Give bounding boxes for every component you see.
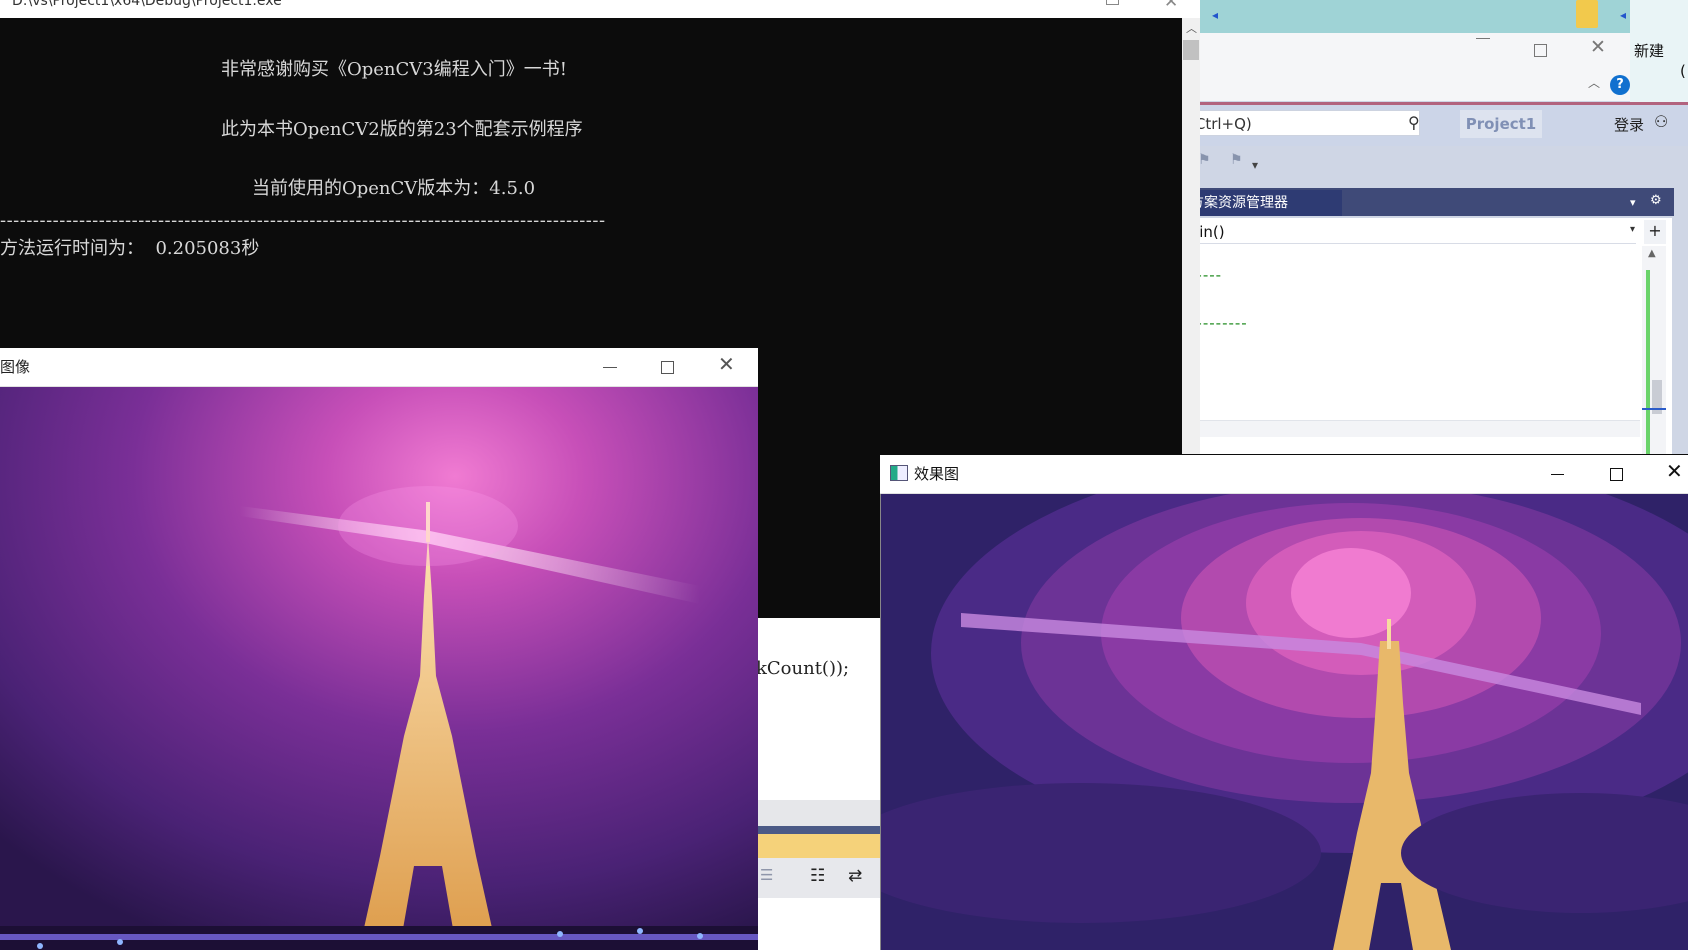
app-window-icon bbox=[890, 465, 908, 481]
folder-icon[interactable] bbox=[1576, 0, 1598, 28]
editor-divider bbox=[758, 800, 882, 826]
maximize-button[interactable] bbox=[1534, 44, 1547, 57]
maximize-button[interactable] bbox=[661, 361, 674, 374]
word-wrap-icon[interactable]: ⇄ bbox=[848, 866, 862, 886]
image-window-title: 图像 bbox=[0, 358, 31, 376]
code-editor[interactable] bbox=[1186, 218, 1672, 454]
search-input[interactable]: (Ctrl+Q) bbox=[1186, 110, 1420, 136]
scrollbar-thumb[interactable] bbox=[1183, 40, 1199, 60]
close-icon[interactable]: ✕ bbox=[1590, 38, 1606, 57]
effect-window bbox=[880, 455, 1688, 950]
gear-icon[interactable]: ⚙ bbox=[1650, 193, 1662, 208]
close-icon[interactable]: ✕ bbox=[1666, 461, 1683, 481]
image-window-title-bar bbox=[0, 348, 758, 387]
visual-studio-window: ◂ ◂ 新建 ( ✕ ︿ ? (Ctrl+Q) ⚲ Project1 登录 ⚇ … bbox=[1186, 0, 1688, 454]
console-line: 方法运行时间为： 0.205083秒 bbox=[0, 238, 260, 259]
caret-marker bbox=[1642, 408, 1666, 410]
posterized-eiffel-photo bbox=[881, 493, 1688, 950]
project-name-badge: Project1 bbox=[1460, 110, 1542, 138]
desktop-shortcut-label-2: ( bbox=[1680, 62, 1686, 80]
list-icon[interactable]: ☷ bbox=[810, 866, 825, 886]
toolbar-overflow-icon[interactable]: ▾ bbox=[1252, 158, 1258, 172]
minimize-button[interactable] bbox=[1551, 474, 1564, 475]
code-line: kCount()); bbox=[756, 658, 850, 679]
indent-icon[interactable]: ☰ bbox=[760, 866, 773, 884]
horizontal-scrollbar[interactable] bbox=[1186, 420, 1640, 437]
tab-solution-explorer[interactable]: 方案资源管理器 bbox=[1186, 190, 1342, 216]
function-dropdown[interactable]: ain() bbox=[1186, 220, 1636, 244]
console-title: D:\vs\Project1\x64\Debug\Project1.exe bbox=[12, 0, 282, 9]
vs-toolbar bbox=[1186, 146, 1688, 186]
scroll-up-icon[interactable]: ︿ bbox=[1186, 20, 1197, 36]
effect-window-title: 效果图 bbox=[914, 465, 960, 483]
close-icon[interactable]: ✕ bbox=[1164, 0, 1178, 12]
change-indicator bbox=[1646, 270, 1650, 454]
panel-header bbox=[758, 826, 882, 834]
search-icon[interactable]: ⚲ bbox=[1408, 113, 1420, 132]
console-scrollbar[interactable] bbox=[1182, 18, 1200, 454]
desktop-shortcut-label[interactable]: 新建 bbox=[1634, 40, 1664, 61]
console-line: 此为本书OpenCV2版的第23个配套示例程序 bbox=[221, 119, 583, 140]
side-panel-edge bbox=[1672, 218, 1688, 454]
maximize-button[interactable] bbox=[1106, 0, 1119, 5]
image-window bbox=[0, 348, 758, 950]
panel-edge bbox=[1674, 188, 1688, 216]
chevron-down-icon[interactable]: ▾ bbox=[1630, 224, 1635, 235]
scroll-up-icon[interactable]: ▲ bbox=[1648, 248, 1656, 259]
maximize-button[interactable] bbox=[1610, 468, 1623, 481]
minimize-button[interactable] bbox=[1476, 38, 1490, 39]
console-separator: ----------------------------------------… bbox=[0, 210, 606, 231]
panel-tab-strip bbox=[758, 834, 882, 858]
console-line: 非常感谢购买《OpenCV3编程入门》一书! bbox=[221, 59, 567, 80]
clear-bookmark-icon[interactable]: ⚑ bbox=[1230, 152, 1243, 168]
help-icon[interactable]: ? bbox=[1610, 75, 1630, 95]
chevron-up-icon[interactable]: ︿ bbox=[1588, 74, 1600, 91]
dropdown-icon[interactable]: ▾ bbox=[1630, 196, 1636, 209]
vs-title-bar bbox=[1186, 33, 1630, 101]
shortcut-arrow-icon: ◂ bbox=[1212, 8, 1219, 22]
user-icon[interactable]: ⚇ bbox=[1654, 112, 1668, 131]
effect-window-title-bar bbox=[880, 455, 1688, 494]
shortcut-arrow-icon: ◂ bbox=[1620, 8, 1627, 22]
minimize-button[interactable] bbox=[603, 367, 617, 368]
login-link[interactable]: 登录 bbox=[1614, 114, 1644, 135]
eiffel-tower-photo bbox=[0, 386, 758, 950]
close-icon[interactable]: ✕ bbox=[718, 354, 735, 374]
desktop-strip bbox=[1186, 0, 1688, 33]
split-editor-icon[interactable]: + bbox=[1644, 220, 1666, 244]
console-line: 当前使用的OpenCV版本为：4.5.0 bbox=[252, 178, 536, 199]
